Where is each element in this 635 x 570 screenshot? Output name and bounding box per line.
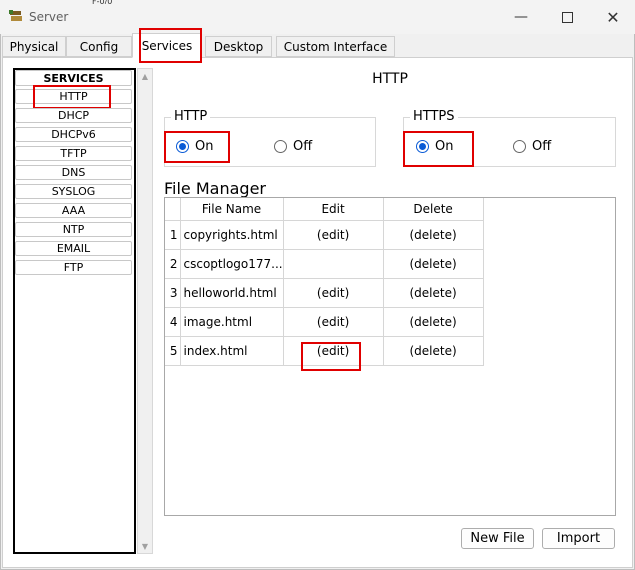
highlight-services-tab bbox=[139, 28, 202, 63]
tab-custom-interface[interactable]: Custom Interface bbox=[276, 36, 395, 57]
edit-link[interactable]: (edit) bbox=[282, 306, 384, 337]
service-item-tftp[interactable]: TFTP bbox=[15, 146, 132, 161]
row-number: 2 bbox=[165, 248, 181, 279]
file-name: index.html bbox=[179, 335, 284, 366]
edit-link bbox=[282, 248, 384, 279]
delete-link[interactable]: (delete) bbox=[382, 248, 484, 279]
file-name: copyrights.html bbox=[179, 219, 284, 250]
delete-link[interactable]: (delete) bbox=[382, 219, 484, 250]
minimize-icon: — bbox=[514, 9, 528, 25]
service-item-ftp[interactable]: FTP bbox=[15, 260, 132, 275]
service-item-dhcp[interactable]: DHCP bbox=[15, 108, 132, 123]
highlight-http-service bbox=[33, 85, 111, 109]
header-num bbox=[165, 198, 181, 221]
edit-link[interactable]: (edit) bbox=[282, 277, 384, 308]
http-group-label: HTTP bbox=[171, 109, 211, 124]
import-button[interactable]: Import bbox=[542, 528, 615, 549]
http-off-label: Off bbox=[293, 139, 313, 154]
highlight-index-edit bbox=[301, 342, 361, 371]
table-row: 4 image.html (edit) (delete) bbox=[165, 306, 484, 337]
header-delete: Delete bbox=[382, 198, 484, 221]
file-name: cscoptlogo177... bbox=[179, 248, 284, 279]
radio-unselected-icon[interactable] bbox=[274, 140, 287, 153]
table-row: 1 copyrights.html (edit) (delete) bbox=[165, 219, 484, 250]
file-manager-title: File Manager bbox=[164, 179, 266, 198]
maximize-button[interactable] bbox=[543, 0, 591, 34]
tab-physical[interactable]: Physical bbox=[2, 36, 66, 57]
table-row: 3 helloworld.html (edit) (delete) bbox=[165, 277, 484, 308]
tab-config[interactable]: Config bbox=[66, 36, 132, 57]
service-item-aaa[interactable]: AAA bbox=[15, 203, 132, 218]
radio-unselected-icon[interactable] bbox=[513, 140, 526, 153]
file-name: image.html bbox=[179, 306, 284, 337]
service-item-dns[interactable]: DNS bbox=[15, 165, 132, 180]
close-icon: ✕ bbox=[606, 7, 620, 27]
row-number: 1 bbox=[165, 219, 181, 250]
file-table: File Name Edit Delete 1 copyrights.html … bbox=[165, 198, 484, 366]
service-item-dhcpv6[interactable]: DHCPv6 bbox=[15, 127, 132, 142]
row-number: 5 bbox=[165, 335, 181, 366]
https-off-option[interactable]: Off bbox=[513, 139, 551, 154]
delete-link[interactable]: (delete) bbox=[382, 306, 484, 337]
new-file-button[interactable]: New File bbox=[461, 528, 534, 549]
row-number: 4 bbox=[165, 306, 181, 337]
https-off-label: Off bbox=[532, 139, 552, 154]
header-edit: Edit bbox=[282, 198, 384, 221]
delete-link[interactable]: (delete) bbox=[382, 335, 484, 366]
highlight-http-on bbox=[164, 131, 230, 163]
maximize-icon bbox=[561, 11, 573, 23]
service-item-syslog[interactable]: SYSLOG bbox=[15, 184, 132, 199]
service-item-ntp[interactable]: NTP bbox=[15, 222, 132, 237]
edit-link[interactable]: (edit) bbox=[282, 219, 384, 250]
close-button[interactable]: ✕ bbox=[589, 0, 635, 34]
window-title: Server bbox=[29, 10, 69, 24]
table-header-row: File Name Edit Delete bbox=[165, 198, 484, 221]
file-name: helloworld.html bbox=[179, 277, 284, 308]
header-file-name: File Name bbox=[179, 198, 284, 221]
service-item-email[interactable]: EMAIL bbox=[15, 241, 132, 256]
tab-desktop[interactable]: Desktop bbox=[205, 36, 272, 57]
http-off-option[interactable]: Off bbox=[274, 139, 312, 154]
services-header: SERVICES bbox=[15, 70, 132, 86]
scroll-down-icon[interactable]: ▼ bbox=[137, 539, 153, 553]
services-scrollbar[interactable] bbox=[137, 68, 153, 554]
server-app-icon bbox=[8, 8, 24, 24]
minimize-button[interactable]: — bbox=[497, 0, 545, 34]
row-number: 3 bbox=[165, 277, 181, 308]
highlight-https-on bbox=[403, 131, 474, 167]
https-group-label: HTTPS bbox=[410, 109, 458, 124]
panel-title: HTTP bbox=[372, 71, 408, 87]
delete-link[interactable]: (delete) bbox=[382, 277, 484, 308]
table-row: 2 cscoptlogo177... (delete) bbox=[165, 248, 484, 279]
background-peek-text: F-0/0 bbox=[92, 0, 122, 4]
scroll-up-icon[interactable]: ▲ bbox=[137, 69, 153, 83]
